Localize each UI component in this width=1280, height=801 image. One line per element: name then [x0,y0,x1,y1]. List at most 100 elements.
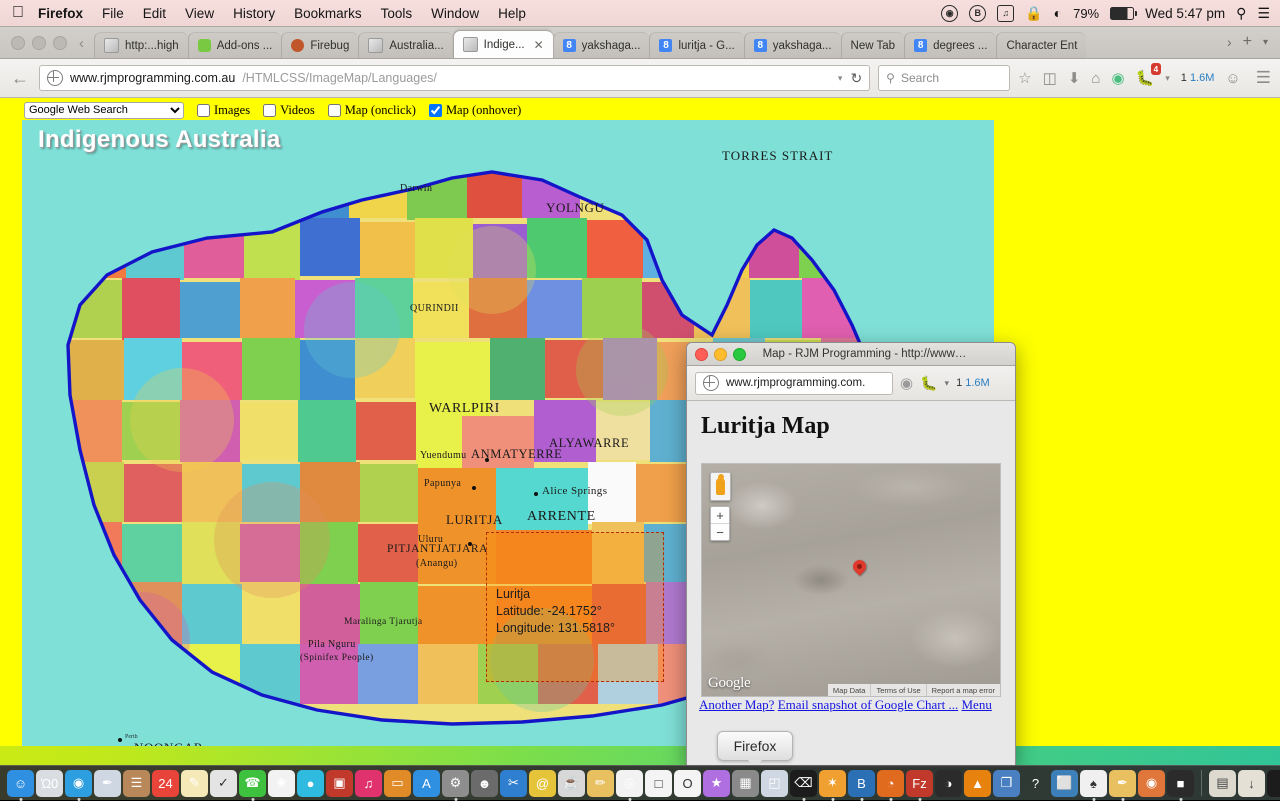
tab-0[interactable]: http:...high [94,32,188,58]
zoom-out-button[interactable]: − [711,524,729,540]
popup-title-bar[interactable]: Map - RJM Programming - http://www… [687,343,1015,366]
address-bar[interactable]: www.rjmprogramming.com.au/HTMLCSS/ImageM… [39,65,871,91]
lock-wifi-icon[interactable]: 🔒 [1025,5,1042,22]
dock-item-window-thumb-1[interactable] [1267,769,1280,797]
tab-scroll-right-icon[interactable]: › [1227,34,1232,50]
dock-item-safari[interactable]: ◉ [65,769,92,797]
dock-item-opera-beta[interactable]: ◑ [935,769,962,797]
apple-logo-icon[interactable]:  [12,5,24,21]
menu-view[interactable]: View [185,6,214,21]
dock-item-help[interactable]: ? [1022,770,1049,797]
back-button[interactable]: ← [9,67,31,89]
dock-item-photo-app[interactable]: ◰ [761,769,788,797]
dock-item-brave[interactable]: B [848,769,875,797]
reload-button[interactable]: ↻ [850,70,862,87]
search-input[interactable]: ⚲ Search [878,65,1011,91]
checkbox-images[interactable]: Images [197,103,250,118]
dock-item-itunes[interactable]: ♫ [355,769,382,797]
menu-bar-clock[interactable]: Wed 5:47 pm [1145,6,1225,21]
search-engine-select[interactable]: Google Web Search [24,101,184,119]
dock-item-messages[interactable]: ● [297,769,324,797]
list-all-tabs-icon[interactable]: ▾ [1263,37,1268,48]
close-tab-icon[interactable]: ✕ [534,38,544,52]
dock-item-reminders[interactable]: ✓ [210,769,237,797]
map-zoom-controls[interactable]: + − [710,506,730,541]
email-snapshot-link[interactable]: Email snapshot of Google Chart ... [778,697,959,712]
popup-close-button[interactable] [695,347,708,361]
tab-1[interactable]: Add-ons ... [187,32,282,58]
minimize-window-button[interactable] [32,36,46,50]
bluetooth-b-icon[interactable]: B [969,4,987,22]
tab-4-active[interactable]: Indige... ✕ [452,30,553,58]
dock-item-remote-desktop[interactable]: ❐ [993,769,1020,797]
menu-bookmarks[interactable]: Bookmarks [294,6,362,21]
tab-3[interactable]: Australia... [358,32,453,58]
dock-item-text-editor[interactable]: ✂ [500,769,527,797]
dock-item-xampp[interactable]: ☕ [558,769,585,797]
dock-item-downloads-stack[interactable]: ↓ [1238,769,1265,797]
map-attributions[interactable]: Map Data Terms of Use Report a map error [827,684,1000,696]
checkbox-map-onhover[interactable]: Map (onhover) [428,103,521,118]
menu-history[interactable]: History [233,6,275,21]
dock-item-grid-app[interactable]: ▦ [732,769,759,797]
attribution-report-error[interactable]: Report a map error [925,684,1000,696]
menu-edit[interactable]: Edit [143,6,166,21]
map-onhover-checkbox[interactable] [428,103,442,117]
popup-minimize-button[interactable] [714,347,727,361]
dock-item-textedit[interactable]: □ [645,769,672,797]
dock-item-calendar[interactable]: 24 [152,769,179,797]
menu-link[interactable]: Menu [961,697,991,712]
videos-checkbox[interactable] [263,103,277,117]
dock-item-star-app[interactable]: ★ [703,769,730,797]
dock-item-system-preferences[interactable]: ⚙ [442,769,469,797]
dock-item-photos[interactable]: ❀ [268,769,295,797]
dock-item-gimp[interactable]: ☻ [471,769,498,797]
adblock-icon[interactable]: ◉ [900,374,913,392]
tab-8[interactable]: New Tab [840,32,905,58]
dock-item-app-store[interactable]: A [413,769,440,797]
checkbox-videos[interactable]: Videos [263,103,315,118]
dock-item-finder[interactable]: ☺ [7,769,34,797]
menu-help[interactable]: Help [498,6,526,21]
firebug-dropmarker-icon[interactable]: ▾ [1165,73,1170,84]
tab-2[interactable]: Firebug [281,32,359,58]
dock-item-preview[interactable]: ✒ [94,769,121,797]
zoom-in-button[interactable]: + [711,507,729,524]
dock-item-avast[interactable]: ✶ [819,769,846,797]
home-icon[interactable]: ⌂ [1091,70,1100,87]
dock-item-terminal[interactable]: ⌫ [790,769,817,797]
another-map-link[interactable]: Another Map? [699,697,774,712]
attribution-terms-of-use[interactable]: Terms of Use [870,684,925,696]
new-tab-button[interactable]: + [1243,33,1252,51]
images-checkbox[interactable] [197,103,210,117]
dock-item-paint[interactable]: ✏ [587,769,614,797]
close-window-button[interactable] [11,36,25,50]
menu-file[interactable]: File [102,6,124,21]
tab-10[interactable]: Character Ent [996,32,1087,58]
bookmark-star-icon[interactable]: ☆ [1018,69,1031,87]
dock-item-notes[interactable]: ✎ [181,769,208,797]
firefox-tooltip-bubble[interactable]: Firefox [717,731,793,767]
dock-item-firefox[interactable]: ◔ [877,769,904,797]
dock-item-cards[interactable]: ♠ [1080,769,1107,797]
checkbox-map-onclick[interactable]: Map (onclick) [327,103,416,118]
dock-item-chrome[interactable]: ◎ [616,769,643,797]
tab-7[interactable]: 8 yakshaga... [743,32,841,58]
record-icon[interactable]: ◉ [941,4,959,22]
tab-scroll-left-icon[interactable]: ‹ [77,36,94,58]
dock-item-opera[interactable]: O [674,769,701,797]
dock-item-photo-booth[interactable]: ▣ [326,769,353,797]
wifi-icon[interactable]: ◐ [1054,5,1062,21]
firebug-icon[interactable]: 🐛 [920,375,937,392]
spotlight-search-icon[interactable]: ⚲ [1236,5,1246,22]
menu-tools[interactable]: Tools [381,6,413,21]
airplay-icon[interactable]: ♫ [997,4,1015,22]
google-map-embed[interactable]: + − Google Map Data Terms of Use Report … [701,463,1001,697]
menu-firefox[interactable]: Firefox [38,6,83,21]
download-arrow-icon[interactable]: ⬇ [1068,69,1081,87]
dock-item-documents-stack[interactable]: ▤ [1209,769,1236,797]
zoom-window-button[interactable] [53,36,67,50]
hamburger-menu-icon[interactable]: ☰ [1256,68,1271,88]
dock-item-ibooks[interactable]: ▭ [384,769,411,797]
firebug-dropmarker-icon[interactable]: ▾ [945,378,950,389]
